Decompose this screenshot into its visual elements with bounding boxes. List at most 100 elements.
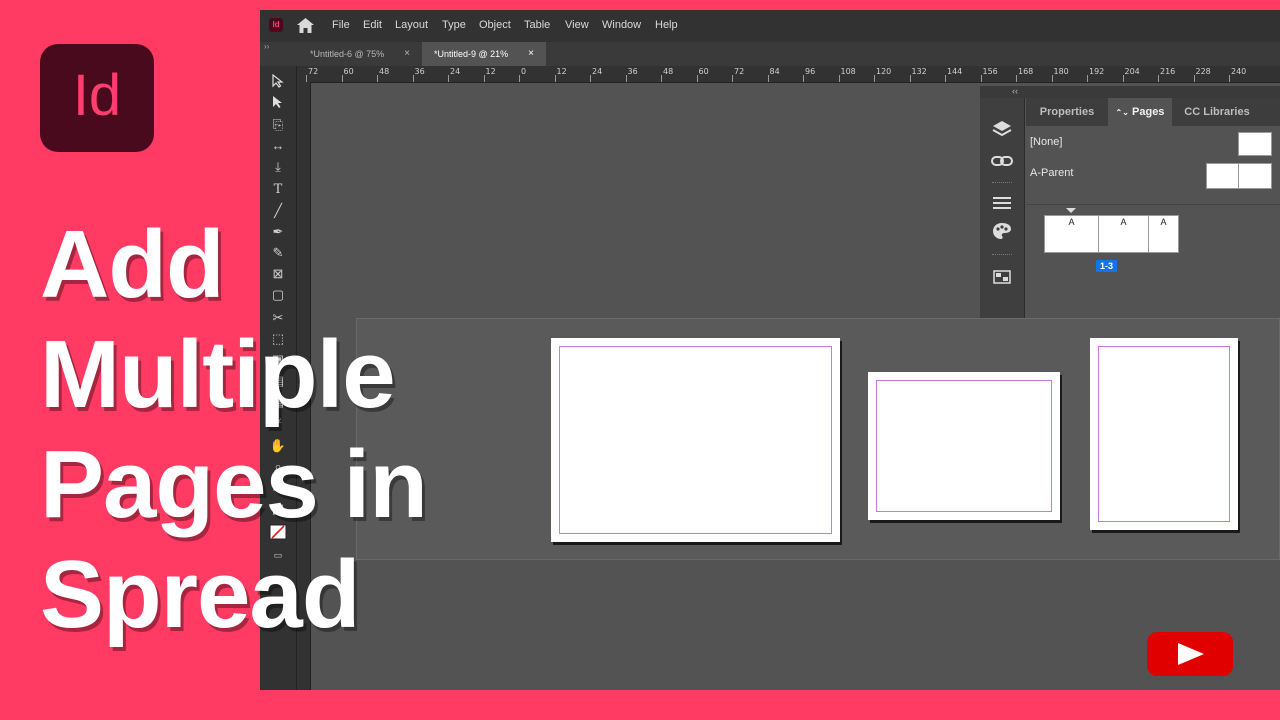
direct-selection-tool-icon[interactable] bbox=[268, 95, 288, 113]
menu-layout[interactable]: Layout bbox=[395, 19, 428, 31]
page-thumbnail-2[interactable]: A bbox=[1098, 215, 1149, 253]
menu-window[interactable]: Window bbox=[602, 19, 641, 31]
page-tool-icon[interactable]: ⎘ bbox=[268, 116, 288, 134]
menu-bar: Id File Edit Layout Type Object Table Vi… bbox=[260, 10, 1280, 42]
menu-help[interactable]: Help bbox=[655, 19, 678, 31]
menu-view[interactable]: View bbox=[565, 19, 589, 31]
ruler-tick bbox=[306, 75, 307, 82]
ruler-tick bbox=[448, 75, 449, 82]
page-thumbnail-1[interactable]: A bbox=[1044, 215, 1099, 253]
pages-panel: Properties ⌃⌄ Pages CC Libraries [None] … bbox=[1026, 98, 1280, 320]
indesign-logo-icon: Id bbox=[40, 44, 154, 152]
divider bbox=[992, 182, 1012, 184]
close-icon[interactable]: × bbox=[404, 42, 410, 66]
ruler-tick bbox=[412, 75, 414, 82]
pen-tool-icon[interactable]: ✒ bbox=[268, 223, 288, 241]
ruler-tick bbox=[1158, 75, 1159, 82]
ruler-tick bbox=[554, 75, 556, 82]
ruler-tick bbox=[874, 75, 875, 82]
spread-pasteboard[interactable] bbox=[356, 318, 1280, 560]
ruler-label: 216 bbox=[1160, 67, 1176, 76]
ruler-tick bbox=[1087, 75, 1088, 82]
line-tool-icon[interactable]: ╱ bbox=[268, 202, 288, 220]
app-icon[interactable]: Id bbox=[269, 18, 283, 32]
parent-a-row[interactable]: A-Parent bbox=[1026, 161, 1280, 189]
type-tool-icon[interactable]: T bbox=[268, 181, 288, 199]
swatches-icon[interactable] bbox=[990, 222, 1014, 246]
panel-collapse-bar[interactable]: ‹‹ bbox=[980, 86, 1280, 98]
ruler-tick bbox=[803, 75, 804, 82]
rectangle-frame-tool-icon[interactable]: ⊠ bbox=[268, 265, 288, 283]
ruler-label: 24 bbox=[450, 67, 461, 76]
ruler-tick bbox=[661, 75, 662, 82]
margin-guide bbox=[559, 346, 832, 534]
parent-none-row[interactable]: [None] bbox=[1026, 130, 1280, 156]
sort-icon: ⌃⌄ bbox=[1115, 108, 1129, 117]
pages-grid-icon[interactable] bbox=[990, 266, 1014, 290]
gap-tool-icon[interactable]: ↔ bbox=[268, 137, 288, 155]
ruler-label: 24 bbox=[592, 67, 603, 76]
ruler-tick bbox=[1193, 75, 1195, 82]
page-thumbnail-3[interactable]: A bbox=[1148, 215, 1179, 253]
ruler-tick bbox=[483, 75, 485, 82]
ruler-tick bbox=[838, 75, 840, 82]
title-line-1: Add bbox=[40, 211, 225, 318]
ruler-label: 120 bbox=[876, 67, 892, 76]
layers-icon[interactable] bbox=[990, 120, 1014, 144]
indesign-window: Id File Edit Layout Type Object Table Vi… bbox=[260, 10, 1280, 690]
tab-pages[interactable]: ⌃⌄ Pages bbox=[1108, 98, 1172, 126]
home-icon[interactable] bbox=[297, 18, 314, 33]
panel-icon-strip bbox=[980, 98, 1025, 320]
spread-number-badge[interactable]: 1-3 bbox=[1096, 260, 1118, 272]
parent-thumbnail-left[interactable] bbox=[1206, 163, 1240, 189]
logo-text: Id bbox=[72, 63, 122, 128]
ruler-tick bbox=[909, 75, 911, 82]
menu-type[interactable]: Type bbox=[442, 19, 466, 31]
rectangle-tool-icon[interactable]: ▢ bbox=[268, 286, 288, 304]
ruler-label: 60 bbox=[343, 67, 354, 76]
ruler-label: 12 bbox=[556, 67, 567, 76]
title-line-2: Multiple bbox=[40, 321, 396, 428]
parent-thumbnail[interactable] bbox=[1238, 132, 1272, 156]
page-3[interactable] bbox=[1090, 338, 1238, 530]
toolbar-collapse-icon[interactable]: ›› bbox=[264, 42, 269, 51]
ruler-label: 228 bbox=[1195, 67, 1211, 76]
page-2[interactable] bbox=[868, 372, 1060, 520]
tab-cc-libraries[interactable]: CC Libraries bbox=[1172, 98, 1262, 126]
parent-thumbnail-right[interactable] bbox=[1238, 163, 1272, 189]
play-triangle bbox=[1178, 643, 1204, 665]
horizontal-ruler[interactable]: 72 60 48 36 24 12 0 12 24 36 48 60 72 84 96 108 120 132 14… bbox=[296, 66, 1280, 83]
tab-properties[interactable]: Properties bbox=[1026, 98, 1108, 126]
menu-object[interactable]: Object bbox=[479, 19, 511, 31]
ruler-label: 48 bbox=[663, 67, 674, 76]
menu-edit[interactable]: Edit bbox=[363, 19, 382, 31]
margin-guide bbox=[1098, 346, 1230, 522]
selection-tool-icon[interactable] bbox=[268, 73, 288, 92]
pencil-tool-icon[interactable]: ✎ bbox=[268, 244, 288, 262]
close-icon[interactable]: × bbox=[528, 42, 534, 66]
menu-file[interactable]: File bbox=[332, 19, 350, 31]
ruler-label: 36 bbox=[627, 67, 638, 76]
title-line-3: Pages in bbox=[40, 431, 428, 538]
stroke-icon[interactable] bbox=[990, 192, 1014, 216]
page-1[interactable] bbox=[551, 338, 840, 542]
ruler-label: 96 bbox=[805, 67, 816, 76]
tab-untitled-9[interactable]: *Untitled-9 @ 21% × bbox=[422, 42, 546, 66]
youtube-play-icon bbox=[1147, 632, 1233, 676]
ruler-tick bbox=[1229, 75, 1230, 82]
title-line-4: Spread bbox=[40, 541, 360, 648]
ruler-tick bbox=[1051, 75, 1053, 82]
ruler-tick bbox=[1016, 75, 1017, 82]
tab-label: *Untitled-9 @ 21% bbox=[434, 49, 509, 59]
content-collector-icon[interactable]: ⤓ bbox=[268, 158, 288, 176]
ruler-label: 72 bbox=[734, 67, 745, 76]
menu-table[interactable]: Table bbox=[524, 19, 550, 31]
ruler-label: 0 bbox=[521, 67, 527, 76]
ruler-tick bbox=[341, 75, 343, 82]
ruler-label: 192 bbox=[1089, 67, 1105, 76]
collapse-icon[interactable]: ‹‹ bbox=[1012, 86, 1018, 96]
links-icon[interactable] bbox=[990, 150, 1014, 174]
ruler-label: 72 bbox=[308, 67, 319, 76]
ruler-tick bbox=[519, 75, 520, 82]
tab-untitled-6[interactable]: *Untitled-6 @ 75% × bbox=[298, 42, 422, 66]
